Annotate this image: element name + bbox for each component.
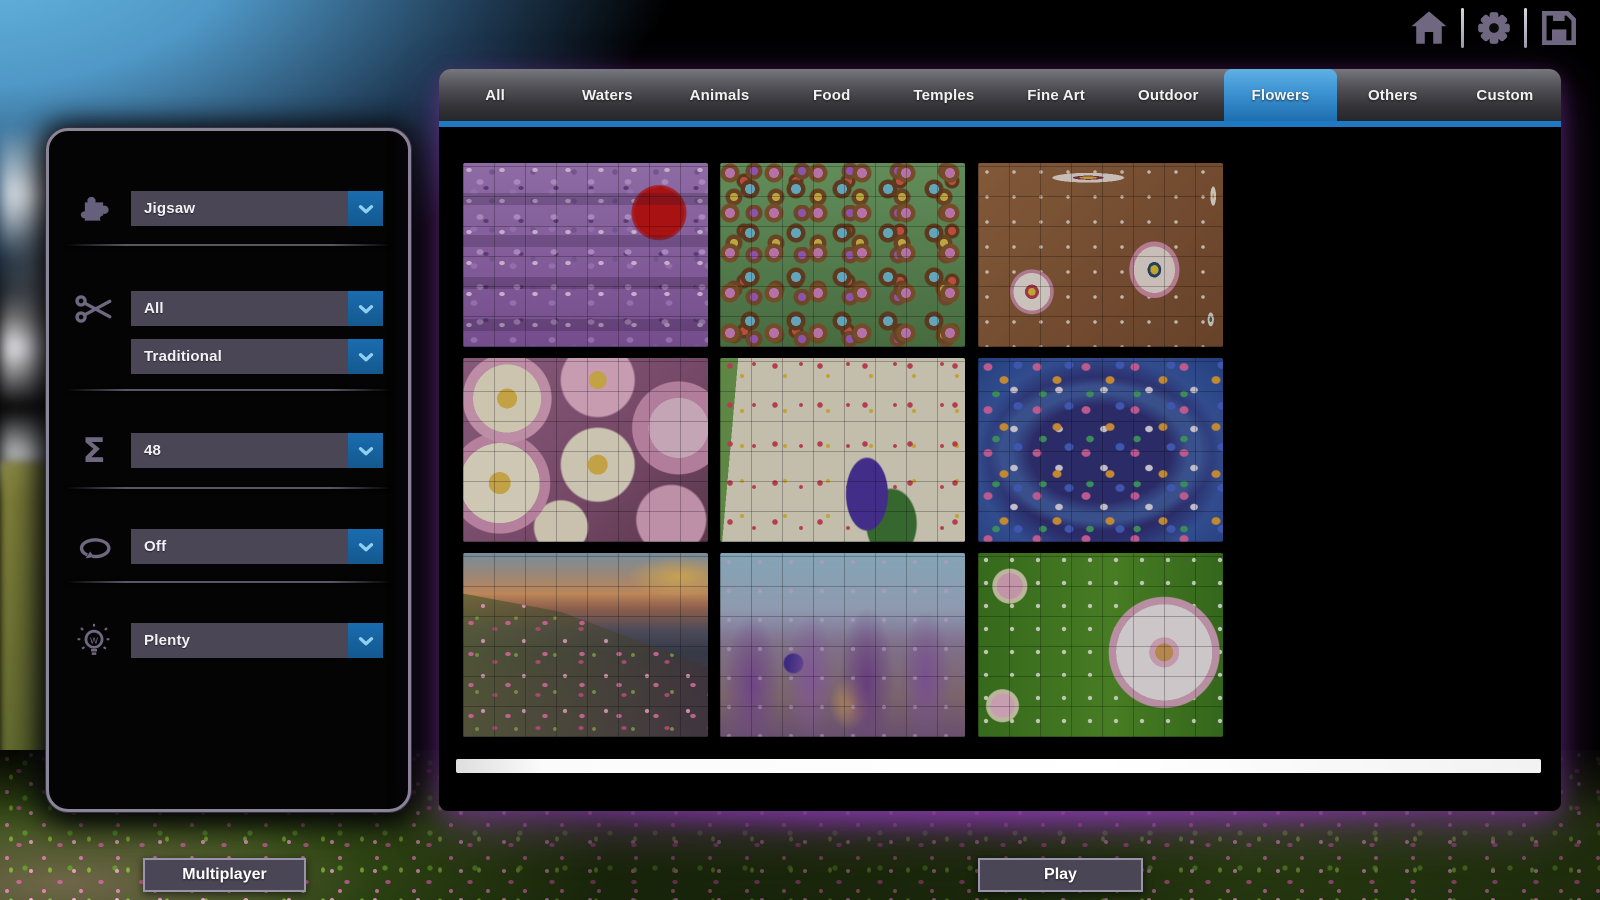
settings-divider: [67, 487, 390, 489]
settings-divider: [67, 244, 390, 246]
tab-custom[interactable]: Custom: [1449, 69, 1561, 121]
piece-style-value: Jigsaw: [131, 200, 348, 217]
tab-others[interactable]: Others: [1337, 69, 1449, 121]
cut-category-value: All: [131, 300, 348, 317]
puzzle-thumbnail[interactable]: [463, 358, 708, 542]
rotation-value: Off: [131, 538, 348, 555]
settings-row-piece-count: Σ 48: [49, 433, 408, 468]
home-icon[interactable]: [1408, 7, 1450, 49]
multiplayer-button[interactable]: Multiplayer: [143, 858, 306, 892]
puzzle-thumbnail[interactable]: [978, 553, 1223, 737]
tab-food[interactable]: Food: [776, 69, 888, 121]
sigma-icon: Σ: [72, 429, 116, 473]
settings-divider: [67, 581, 390, 583]
hints-value: Plenty: [131, 632, 348, 649]
topbar-divider: [1524, 8, 1527, 48]
play-button[interactable]: Play: [978, 858, 1143, 892]
chevron-down-icon[interactable]: [348, 623, 383, 658]
tab-all[interactable]: All: [439, 69, 551, 121]
app-window: Jigsaw All: [0, 0, 1600, 900]
cut-category-dropdown[interactable]: All: [131, 291, 383, 326]
puzzle-thumbnail[interactable]: [978, 163, 1223, 347]
puzzle-thumbnail[interactable]: [463, 553, 708, 737]
topbar-divider: [1461, 8, 1464, 48]
piece-count-dropdown[interactable]: 48: [131, 433, 383, 468]
scissors-icon: [72, 287, 116, 331]
puzzle-thumbnail[interactable]: [720, 553, 965, 737]
puzzle-thumbnail[interactable]: [720, 163, 965, 347]
cut-style-value: Traditional: [131, 348, 348, 365]
hints-dropdown[interactable]: Plenty: [131, 623, 383, 658]
settings-row-piece-style: Jigsaw: [49, 191, 408, 226]
piece-style-dropdown[interactable]: Jigsaw: [131, 191, 383, 226]
category-tabbar: All Waters Animals Food Temples Fine Art…: [439, 69, 1561, 121]
puzzle-gallery-panel: All Waters Animals Food Temples Fine Art…: [439, 69, 1561, 811]
settings-row-hints: w Plenty: [49, 623, 408, 658]
settings-row-rotation: Off: [49, 529, 408, 564]
chevron-down-icon[interactable]: [348, 529, 383, 564]
settings-row-cut-style: Traditional: [49, 339, 408, 374]
chevron-down-icon[interactable]: [348, 433, 383, 468]
settings-divider: [67, 389, 390, 391]
settings-row-cut-category: All: [49, 291, 408, 326]
tab-flowers[interactable]: Flowers: [1224, 69, 1336, 121]
puzzle-piece-icon: [72, 187, 116, 231]
tab-fine-art[interactable]: Fine Art: [1000, 69, 1112, 121]
chevron-down-icon[interactable]: [348, 339, 383, 374]
hint-bulb-icon: w: [72, 619, 116, 663]
puzzle-thumbnail[interactable]: [463, 163, 708, 347]
chevron-down-icon[interactable]: [348, 291, 383, 326]
topbar: [1408, 4, 1580, 52]
svg-text:w: w: [89, 634, 98, 646]
rotation-dropdown[interactable]: Off: [131, 529, 383, 564]
puzzle-thumbnail[interactable]: [720, 358, 965, 542]
tab-animals[interactable]: Animals: [663, 69, 775, 121]
tab-outdoor[interactable]: Outdoor: [1112, 69, 1224, 121]
cut-style-dropdown[interactable]: Traditional: [131, 339, 383, 374]
save-icon[interactable]: [1538, 7, 1580, 49]
gallery-horizontal-scrollbar[interactable]: [456, 759, 1541, 773]
piece-count-value: 48: [131, 442, 348, 459]
tabbar-accent-line: [439, 121, 1561, 127]
tab-temples[interactable]: Temples: [888, 69, 1000, 121]
puzzle-settings-panel: Jigsaw All: [46, 128, 411, 812]
rotation-icon: [72, 525, 116, 569]
chevron-down-icon[interactable]: [348, 191, 383, 226]
settings-gear-icon[interactable]: [1475, 9, 1513, 47]
puzzle-thumbnail[interactable]: [978, 358, 1223, 542]
tab-waters[interactable]: Waters: [551, 69, 663, 121]
